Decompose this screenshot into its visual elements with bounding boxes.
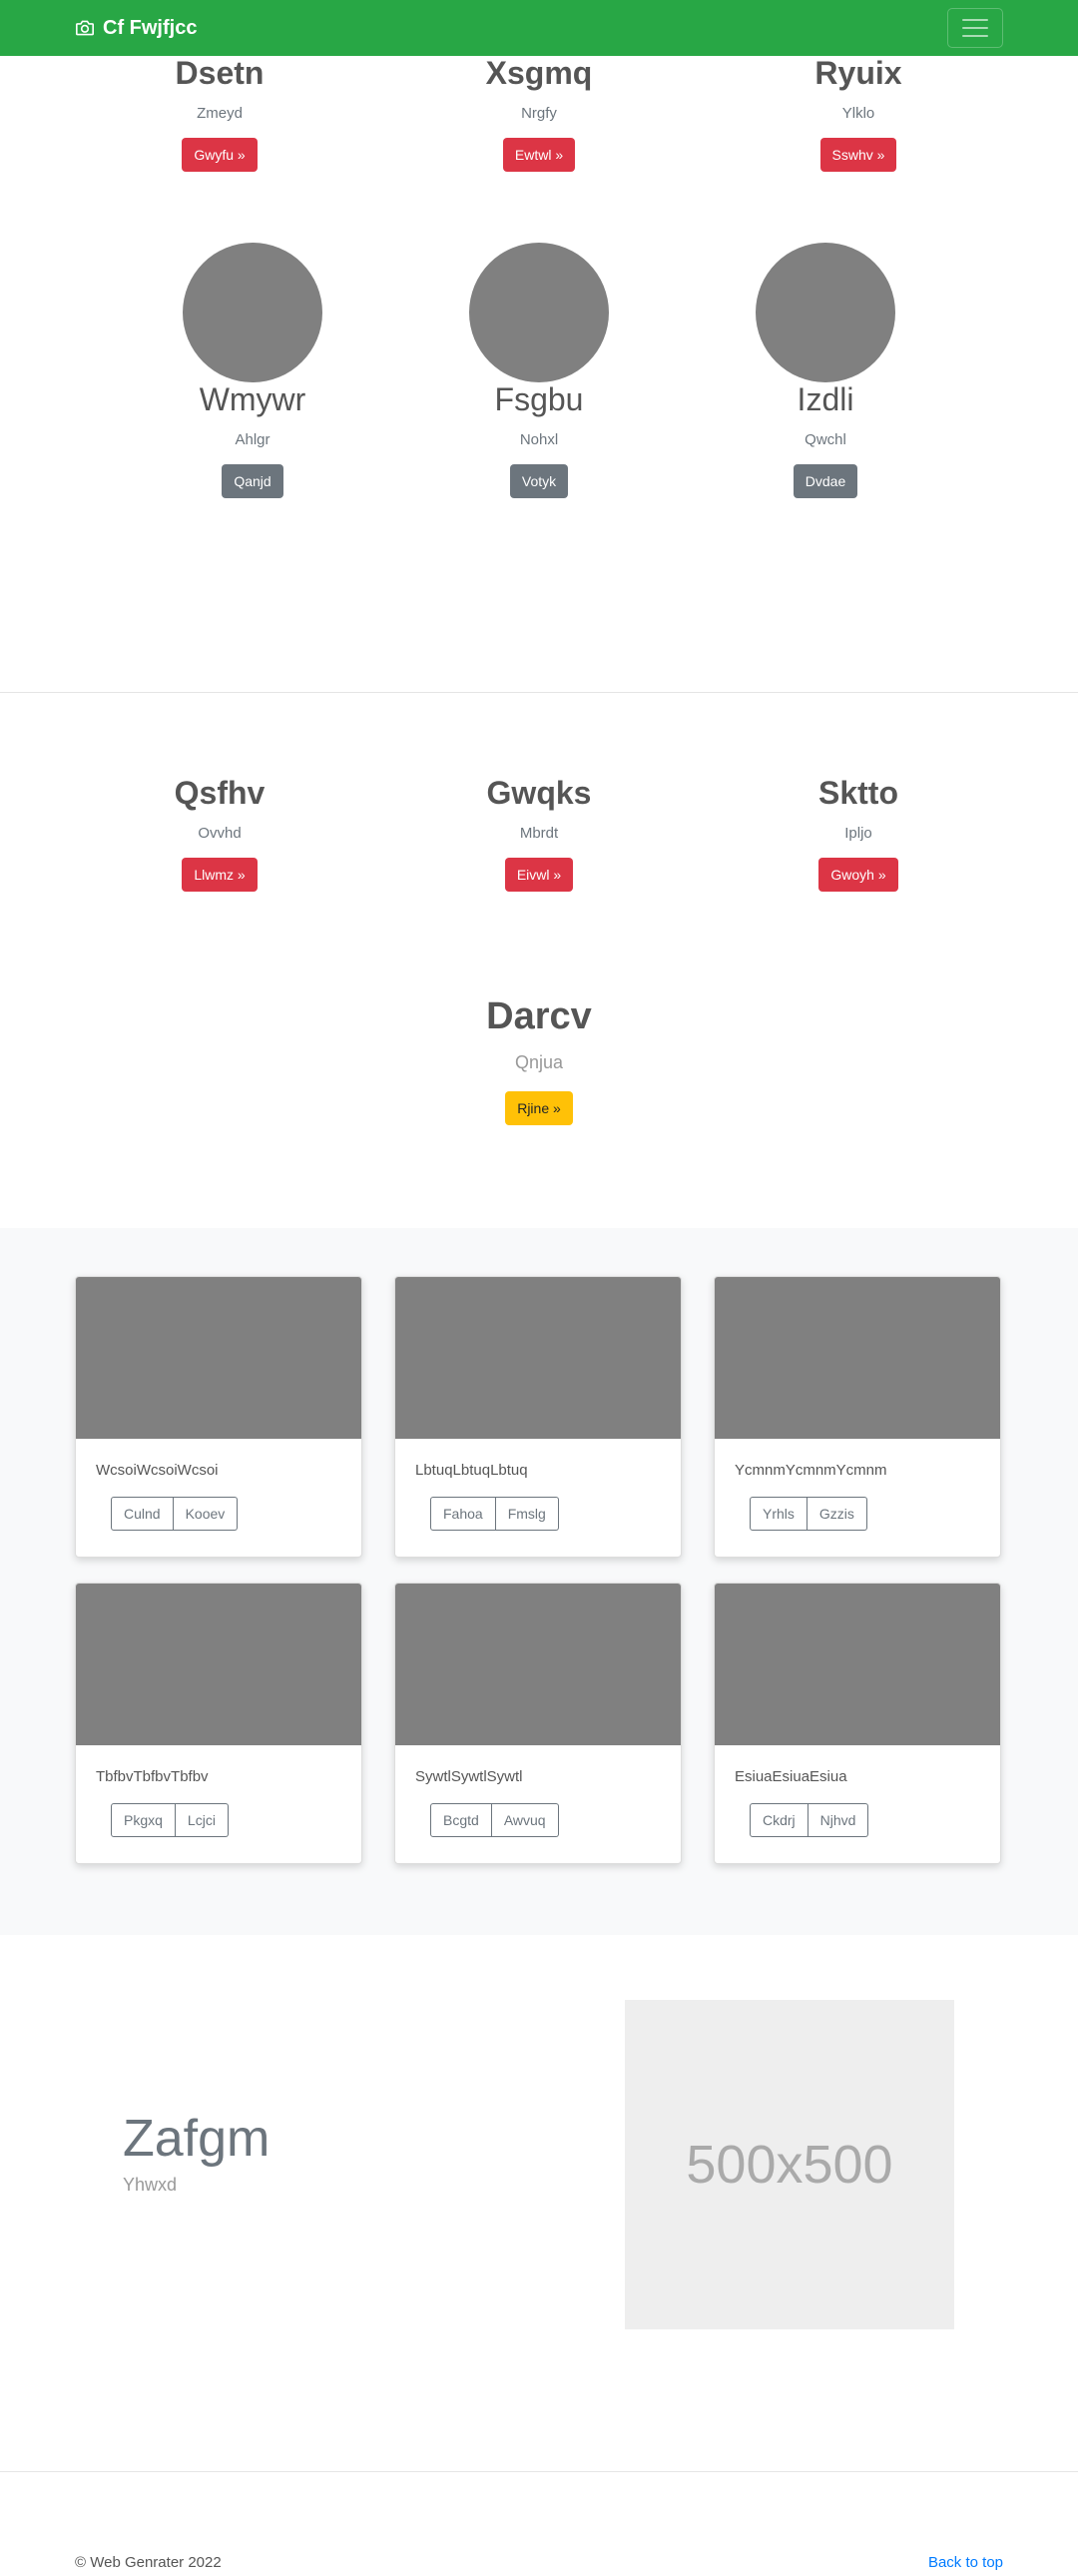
center-title: Darcv bbox=[486, 995, 592, 1037]
card-button-view[interactable]: Yrhls bbox=[750, 1497, 808, 1531]
section-divider bbox=[0, 692, 1078, 693]
feature-title: Gwqks bbox=[486, 775, 592, 811]
card-thumbnail bbox=[395, 1584, 681, 1745]
card-button-view[interactable]: Culnd bbox=[111, 1497, 174, 1531]
card-button-edit[interactable]: Gzzis bbox=[807, 1497, 867, 1531]
card-button-view[interactable]: Pkgxq bbox=[111, 1803, 176, 1837]
feature-column: Ryuix Ylklo Sswhv » bbox=[719, 55, 998, 173]
center-text: Qnjua bbox=[514, 1051, 564, 1072]
featurette-heading: Zafgm bbox=[123, 2110, 270, 2168]
card-thumbnail bbox=[715, 1584, 1000, 1745]
feature-title: Ryuix bbox=[814, 55, 902, 91]
image-placeholder-label: 500x500 bbox=[686, 2135, 893, 2195]
avatar-placeholder bbox=[469, 243, 609, 382]
card-button-group: Fahoa Fmslg bbox=[430, 1497, 559, 1531]
marketing-button[interactable]: Qanjd bbox=[222, 464, 283, 499]
feature-title: Qsfhv bbox=[174, 775, 266, 811]
marketing-text: Ahlgr bbox=[235, 431, 270, 449]
center-feature: Darcv Qnjua Rjine » bbox=[399, 995, 679, 1125]
marketing-button[interactable]: Votyk bbox=[509, 464, 569, 499]
card-text: YcmnmYcmnmYcmnm bbox=[735, 1462, 887, 1479]
feature-button[interactable]: Llwmz » bbox=[182, 858, 258, 893]
feature-column: Sktto Ipljo Gwoyh » bbox=[719, 775, 998, 893]
brand-text: Cf Fwjfjcc bbox=[103, 16, 198, 39]
feature-text: Mbrdt bbox=[519, 825, 559, 843]
card-text: WcsoiWcsoiWcsoi bbox=[96, 1462, 219, 1479]
footer-divider bbox=[0, 2471, 1078, 2472]
feature-column: Qsfhv Ovvhd Llwmz » bbox=[80, 775, 359, 893]
card-thumbnail bbox=[715, 1277, 1000, 1439]
marketing-text: Qwchl bbox=[805, 431, 846, 449]
feature-button[interactable]: Gwoyh » bbox=[818, 858, 898, 893]
card-button-view[interactable]: Ckdrj bbox=[750, 1803, 808, 1837]
navbar-toggler[interactable] bbox=[947, 8, 1003, 48]
card-button-group: Pkgxq Lcjci bbox=[111, 1803, 229, 1837]
marketing-column: Izdli Qwchl Dvdae bbox=[686, 243, 965, 499]
feature-text: Zmeyd bbox=[197, 105, 243, 123]
feature-column: Gwqks Mbrdt Eivwl » bbox=[399, 775, 679, 893]
feature-column: Dsetn Zmeyd Gwyfu » bbox=[80, 55, 359, 173]
brand-link[interactable]: Cf Fwjfjcc bbox=[75, 0, 197, 56]
featurette-subheading: Yhwxd bbox=[123, 2175, 178, 2195]
marketing-column: Wmywr Ahlgr Qanjd bbox=[113, 243, 392, 499]
marketing-title: Wmywr bbox=[199, 381, 306, 417]
card-text: EsiuaEsiuaEsiua bbox=[735, 1768, 847, 1785]
card-button-view[interactable]: Fahoa bbox=[430, 1497, 496, 1531]
marketing-button[interactable]: Dvdae bbox=[793, 464, 858, 499]
hamburger-icon bbox=[962, 19, 988, 21]
card-button-view[interactable]: Bcgtd bbox=[430, 1803, 492, 1837]
card-button-edit[interactable]: Lcjci bbox=[175, 1803, 229, 1837]
camera-icon bbox=[76, 20, 94, 36]
feature-text: Ovvhd bbox=[198, 825, 242, 843]
card-text: TbfbvTbfbvTbfbv bbox=[96, 1768, 209, 1785]
avatar-placeholder bbox=[183, 243, 322, 382]
album-card: EsiuaEsiuaEsiua Ckdrj Njhvd bbox=[714, 1583, 1001, 1864]
album-card: LbtuqLbtuqLbtuq Fahoa Fmslg bbox=[394, 1276, 682, 1558]
avatar-placeholder bbox=[756, 243, 895, 382]
card-button-group: Bcgtd Awvuq bbox=[430, 1803, 559, 1837]
album-section: WcsoiWcsoiWcsoi Culnd Kooev LbtuqLbtuqLb… bbox=[0, 1228, 1078, 1935]
marketing-title: Fsgbu bbox=[494, 381, 584, 417]
footer-copyright: © Web Genrater 2022 bbox=[75, 2554, 222, 2571]
feature-title: Xsgmq bbox=[485, 55, 593, 91]
card-button-edit[interactable]: Fmslg bbox=[495, 1497, 559, 1531]
center-button[interactable]: Rjine » bbox=[505, 1090, 573, 1125]
feature-button[interactable]: Gwyfu » bbox=[182, 138, 258, 173]
card-button-group: Ckdrj Njhvd bbox=[750, 1803, 869, 1837]
card-button-group: Culnd Kooev bbox=[111, 1497, 239, 1531]
card-thumbnail bbox=[76, 1277, 361, 1439]
feature-text: Ipljo bbox=[844, 825, 872, 843]
feature-text: Nrgfy bbox=[521, 105, 557, 123]
feature-button[interactable]: Sswhv » bbox=[819, 138, 897, 173]
marketing-column: Fsgbu Nohxl Votyk bbox=[399, 243, 679, 499]
card-button-edit[interactable]: Kooev bbox=[173, 1497, 239, 1531]
marketing-text: Nohxl bbox=[519, 431, 559, 449]
feature-text: Ylklo bbox=[841, 105, 875, 123]
card-button-edit[interactable]: Njhvd bbox=[808, 1803, 869, 1837]
card-text: SywtlSywtlSywtl bbox=[415, 1768, 523, 1785]
card-button-edit[interactable]: Awvuq bbox=[491, 1803, 559, 1837]
card-thumbnail bbox=[395, 1277, 681, 1439]
feature-title: Sktto bbox=[818, 775, 898, 811]
feature-title: Dsetn bbox=[175, 55, 265, 91]
card-thumbnail bbox=[76, 1584, 361, 1745]
back-to-top-link[interactable]: Back to top bbox=[928, 2554, 1003, 2571]
album-card: WcsoiWcsoiWcsoi Culnd Kooev bbox=[75, 1276, 362, 1558]
album-card: TbfbvTbfbvTbfbv Pkgxq Lcjci bbox=[75, 1583, 362, 1864]
album-card: YcmnmYcmnmYcmnm Yrhls Gzzis bbox=[714, 1276, 1001, 1558]
feature-button[interactable]: Eivwl » bbox=[504, 858, 574, 893]
card-button-group: Yrhls Gzzis bbox=[750, 1497, 867, 1531]
feature-column: Xsgmq Nrgfy Ewtwl » bbox=[399, 55, 679, 173]
feature-button[interactable]: Ewtwl » bbox=[502, 138, 576, 173]
navbar: Cf Fwjfjcc bbox=[0, 0, 1078, 56]
featurette-image: 500x500 bbox=[625, 2000, 954, 2329]
album-card: SywtlSywtlSywtl Bcgtd Awvuq bbox=[394, 1583, 682, 1864]
card-text: LbtuqLbtuqLbtuq bbox=[415, 1462, 528, 1479]
marketing-title: Izdli bbox=[797, 381, 854, 417]
